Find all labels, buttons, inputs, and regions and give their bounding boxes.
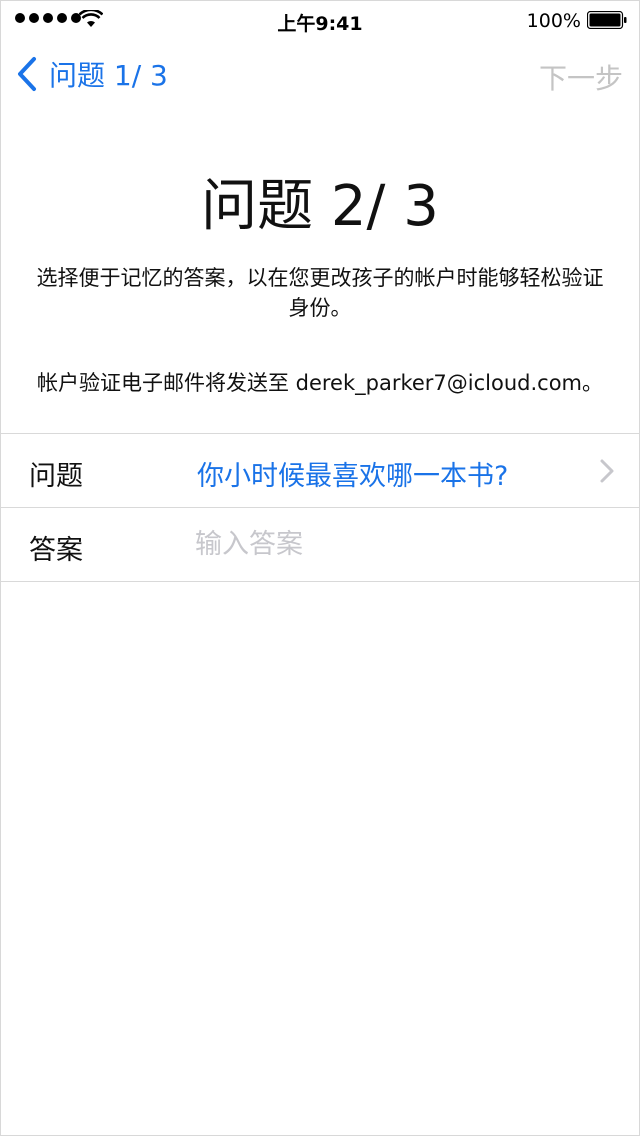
chevron-left-icon — [18, 57, 36, 91]
question-label: 问题 — [29, 461, 83, 492]
back-button[interactable]: 问题 1/ 3 — [15, 55, 168, 93]
page-title: 问题 2/ 3 — [201, 174, 439, 239]
navigation-bar: 问题 1/ 3 下一步 — [1, 41, 639, 107]
battery-percent: 100% — [526, 10, 581, 32]
email-notice: 帐户验证电子邮件将发送至 derek_parker7@icloud.com。 — [36, 371, 604, 395]
screen: 上午9:41 100% 问题 1/ 3 下一步 问题 2/ 3 选择便于记忆的答… — [0, 0, 640, 1136]
status-bar: 上午9:41 100% — [1, 1, 639, 41]
question-value[interactable]: 你小时候最喜欢哪一本书? — [197, 454, 508, 493]
back-button-label: 问题 1/ 3 — [49, 59, 168, 92]
battery-icon — [587, 11, 627, 29]
answer-input[interactable] — [195, 524, 615, 564]
security-question-form: 问题 你小时候最喜欢哪一本书? 答案 — [1, 433, 639, 582]
answer-row: 答案 — [1, 507, 639, 582]
answer-label: 答案 — [29, 535, 83, 566]
page-description: 选择便于记忆的答案，以在您更改孩子的帐户时能够轻松验证身份。 — [36, 266, 604, 320]
next-button[interactable]: 下一步 — [539, 57, 623, 97]
question-row[interactable]: 问题 你小时候最喜欢哪一本书? — [1, 433, 639, 507]
chevron-right-icon — [600, 459, 614, 483]
